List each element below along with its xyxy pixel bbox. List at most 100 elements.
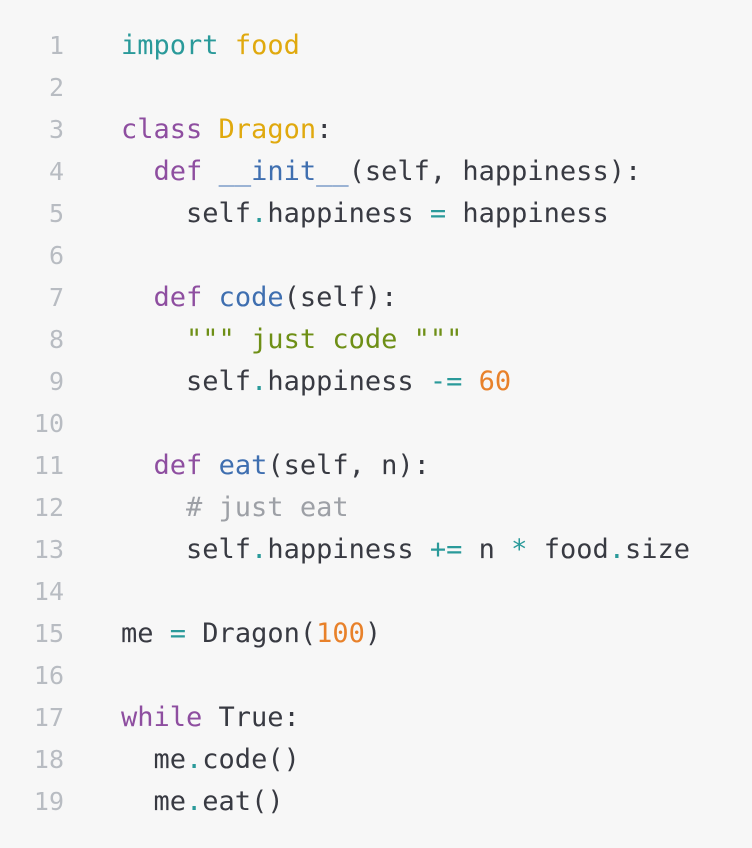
code-text: def __init__(self, happiness): bbox=[121, 151, 642, 193]
line-number: 2 bbox=[48, 73, 64, 102]
code-token: class bbox=[121, 114, 203, 145]
line-number: 14 bbox=[33, 577, 64, 606]
code-token: happiness bbox=[267, 366, 430, 397]
code-token: = bbox=[429, 198, 447, 229]
line-number: 3 bbox=[48, 115, 64, 144]
code-token: Dragon bbox=[218, 114, 317, 145]
code-line[interactable]: 4 def __init__(self, happiness): bbox=[0, 151, 752, 193]
code-line[interactable]: 2 bbox=[0, 67, 752, 109]
line-number: 10 bbox=[33, 409, 64, 438]
code-line[interactable]: 12 # just eat bbox=[0, 487, 752, 529]
code-token: self bbox=[121, 534, 252, 565]
code-line[interactable]: 3 class Dragon: bbox=[0, 109, 752, 151]
code-token: happiness bbox=[446, 198, 609, 229]
code-token: . bbox=[608, 534, 625, 565]
code-token: # just eat bbox=[186, 492, 349, 523]
code-text: me = Dragon(100) bbox=[121, 613, 381, 655]
code-token: def bbox=[153, 450, 203, 481]
code-text: class Dragon: bbox=[121, 109, 332, 151]
line-number: 18 bbox=[33, 745, 64, 774]
line-number: 11 bbox=[33, 451, 64, 480]
code-token: . bbox=[186, 744, 203, 775]
line-number: 8 bbox=[48, 325, 64, 354]
code-token: happiness bbox=[267, 198, 430, 229]
code-token: code() bbox=[202, 744, 300, 775]
code-line[interactable]: 6 bbox=[0, 235, 752, 277]
code-text: def eat(self, n): bbox=[121, 445, 430, 487]
code-text: import food bbox=[121, 25, 300, 67]
code-token: (self, happiness): bbox=[348, 156, 642, 187]
code-token: eat() bbox=[202, 786, 284, 817]
code-editor[interactable]: 1 import food 2 3 class Dragon: 4 def __init_… bbox=[0, 0, 752, 848]
code-token: . bbox=[186, 786, 203, 817]
code-token: __init__ bbox=[218, 156, 349, 187]
code-token: code bbox=[218, 282, 284, 313]
code-text: """ just code """ bbox=[121, 319, 462, 361]
code-token: . bbox=[251, 198, 268, 229]
line-number: 16 bbox=[33, 661, 64, 690]
line-number: 6 bbox=[48, 241, 64, 270]
code-line[interactable]: 19 me.eat() bbox=[0, 781, 752, 823]
code-token: * bbox=[511, 534, 528, 565]
code-text: while True: bbox=[121, 697, 300, 739]
code-token: def bbox=[153, 282, 203, 313]
code-line[interactable]: 7 def code(self): bbox=[0, 277, 752, 319]
code-token: import bbox=[121, 30, 219, 61]
code-token: def bbox=[153, 156, 203, 187]
code-line[interactable]: 11 def eat(self, n): bbox=[0, 445, 752, 487]
code-token: = bbox=[169, 618, 187, 649]
code-line[interactable]: 18 me.code() bbox=[0, 739, 752, 781]
code-line[interactable]: 8 """ just code """ bbox=[0, 319, 752, 361]
code-token: Dragon( bbox=[186, 618, 317, 649]
code-token: ) bbox=[364, 618, 382, 649]
line-number: 1 bbox=[48, 31, 64, 60]
code-line[interactable]: 5 self.happiness = happiness bbox=[0, 193, 752, 235]
code-token: eat bbox=[218, 450, 268, 481]
code-token: . bbox=[251, 366, 268, 397]
code-token: me bbox=[121, 786, 187, 817]
code-line[interactable]: 13 self.happiness += n * food.size bbox=[0, 529, 752, 571]
code-token: (self, n): bbox=[267, 450, 430, 481]
code-line[interactable]: 10 bbox=[0, 403, 752, 445]
line-number: 12 bbox=[33, 493, 64, 522]
code-text: self.happiness += n * food.size bbox=[121, 529, 690, 571]
code-line[interactable]: 17 while True: bbox=[0, 697, 752, 739]
line-number: 17 bbox=[33, 703, 64, 732]
code-token: food bbox=[527, 534, 609, 565]
code-token: : bbox=[316, 114, 333, 145]
line-number: 15 bbox=[33, 619, 64, 648]
code-line[interactable]: 1 import food bbox=[0, 25, 752, 67]
code-token: . bbox=[251, 534, 268, 565]
code-line[interactable]: 14 bbox=[0, 571, 752, 613]
code-token: 60 bbox=[478, 366, 512, 397]
code-token: while bbox=[121, 702, 203, 733]
code-text: self.happiness = happiness bbox=[121, 193, 609, 235]
code-token: me bbox=[121, 744, 187, 775]
line-number: 7 bbox=[48, 283, 64, 312]
code-line[interactable]: 16 bbox=[0, 655, 752, 697]
code-token: self bbox=[121, 198, 252, 229]
code-token: food bbox=[234, 30, 300, 61]
code-token: happiness bbox=[267, 534, 430, 565]
code-token: me bbox=[121, 618, 170, 649]
code-line[interactable]: 15 me = Dragon(100) bbox=[0, 613, 752, 655]
line-number: 13 bbox=[33, 535, 64, 564]
line-number: 19 bbox=[33, 787, 64, 816]
line-number: 4 bbox=[48, 157, 64, 186]
code-text: # just eat bbox=[121, 487, 349, 529]
code-token: += bbox=[429, 534, 463, 565]
code-line[interactable]: 9 self.happiness -= 60 bbox=[0, 361, 752, 403]
code-token: -= bbox=[429, 366, 463, 397]
code-token: True: bbox=[202, 702, 300, 733]
code-text: self.happiness -= 60 bbox=[121, 361, 511, 403]
code-text: me.eat() bbox=[121, 781, 284, 823]
line-number: 5 bbox=[48, 199, 64, 228]
